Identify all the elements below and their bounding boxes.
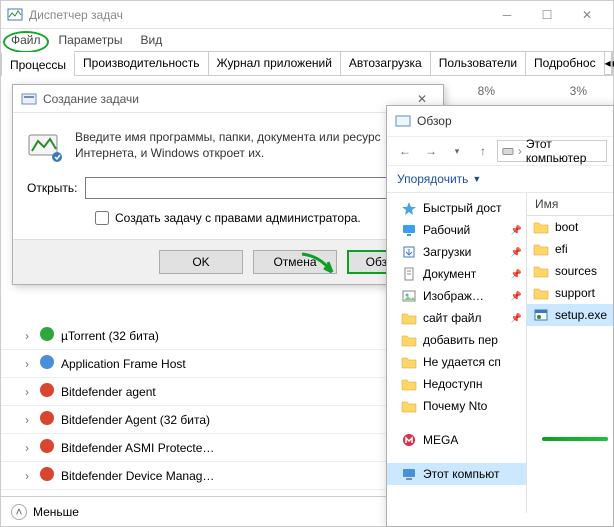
drive-icon [502,144,514,158]
tree-item[interactable]: Недоступн [387,373,526,395]
menubar: Файл Параметры Вид [1,29,613,51]
file-item[interactable]: setup.exe [527,304,613,326]
menu-options[interactable]: Параметры [59,33,123,47]
tab-users[interactable]: Пользователи [430,51,526,75]
tree-item-label: Быстрый дост [423,201,502,215]
task-manager-icon [7,7,23,23]
tree-item-label: Недоступн [423,377,483,391]
tree-item[interactable]: Документ [387,263,526,285]
nav-back-button[interactable]: ← [393,140,417,162]
tabs: Процессы Производительность Журнал прило… [1,51,613,76]
minimize-button[interactable]: ─ [487,3,527,27]
expand-chevron-icon[interactable]: › [25,413,39,427]
organize-button[interactable]: Упорядочить [397,172,468,186]
dialog-title: Создание задачи [43,92,139,106]
tree-item-label: Этот компьют [423,467,500,481]
process-icon [39,410,61,429]
column-header-name[interactable]: Имя [527,193,613,216]
tree-item[interactable]: Этот компьют [387,463,526,485]
expand-chevron-icon[interactable]: › [25,441,39,455]
tree-item-label: Не удается сп [423,355,501,369]
expand-chevron-icon[interactable]: › [25,469,39,483]
expand-chevron-icon[interactable]: › [25,357,39,371]
tab-performance[interactable]: Производительность [74,51,208,75]
file-item[interactable]: support [527,282,613,304]
process-icon [39,354,61,373]
tree-item[interactable]: Быстрый дост [387,197,526,219]
file-item-label: setup.exe [555,308,607,322]
tab-app-history[interactable]: Журнал приложений [208,51,341,75]
create-task-dialog: Создание задачи ✕ Введите имя программы,… [12,84,444,285]
open-label: Открыть: [27,181,77,195]
tabs-scroll-left[interactable]: ◂ [604,51,612,75]
tree-item-label: MEGA [423,433,458,447]
explorer-toolbar: Упорядочить ▼ [387,166,613,193]
tree-item-label: Рабочий [423,223,470,237]
tree-item[interactable]: добавить пер [387,329,526,351]
file-item-label: boot [555,220,578,234]
tree-item[interactable]: Загрузки [387,241,526,263]
nav-up-button[interactable]: ↑ [471,140,495,162]
tree-item[interactable]: MEGA [387,429,526,451]
explorer-title: Обзор [417,114,452,128]
dropdown-caret-icon: ▼ [472,174,481,184]
tab-processes[interactable]: Процессы [1,52,75,76]
titlebar: Диспетчер задач ─ ☐ ✕ [1,1,613,29]
address-path: Этот компьютер [526,137,602,165]
dialog-titlebar: Создание задачи ✕ [13,85,443,113]
explorer-titlebar: Обзор [387,106,613,136]
run-icon [27,129,63,165]
admin-checkbox-label[interactable]: Создать задачу с правами администратора. [115,211,361,225]
expand-chevron-icon[interactable]: › [25,385,39,399]
admin-checkbox[interactable] [95,211,109,225]
cancel-button[interactable]: Отмена [253,250,337,274]
expand-chevron-icon[interactable]: › [25,329,39,343]
tab-details[interactable]: Подробнос [525,51,605,75]
explorer-icon [395,113,411,129]
footer-label[interactable]: Меньше [33,505,79,519]
tree-item-label: Почему Nto [423,399,487,413]
file-item-label: efi [555,242,568,256]
tree-item-label: Загрузки [423,245,471,259]
nav-forward-button[interactable]: → [419,140,443,162]
file-list: Имя boot efi sources support setup.exe [527,193,613,513]
file-item-label: sources [555,264,597,278]
tree-item[interactable]: сайт файл [387,307,526,329]
file-item[interactable]: sources [527,260,613,282]
file-item[interactable]: efi [527,238,613,260]
header-disk[interactable]: 3% [547,84,587,98]
window-title: Диспетчер задач [29,8,487,22]
close-button[interactable]: ✕ [567,3,607,27]
tree-item[interactable]: Рабочий [387,219,526,241]
tree-item-label: Документ [423,267,476,281]
file-item[interactable]: boot [527,216,613,238]
nav-recent-button[interactable]: ▾ [445,140,469,162]
dialog-description: Введите имя программы, папки, документа … [75,129,429,165]
process-icon [39,326,61,345]
menu-view[interactable]: Вид [140,33,162,47]
collapse-icon[interactable]: ˄ [11,504,27,520]
explorer-window: Обзор ← → ▾ ↑ › Этот компьютер Упорядочи… [386,105,614,527]
address-bar[interactable]: › Этот компьютер [497,140,607,162]
tab-startup[interactable]: Автозагрузка [340,51,431,75]
tree-item-label: сайт файл [423,311,481,325]
explorer-navbar: ← → ▾ ↑ › Этот компьютер [387,136,613,166]
tree-item[interactable]: Не удается сп [387,351,526,373]
process-icon [39,466,61,485]
tree-item-label: добавить пер [423,333,498,347]
header-mem[interactable]: 8% [455,84,495,98]
open-input[interactable] [85,177,429,199]
tree-item[interactable]: Почему Nto [387,395,526,417]
tree-item[interactable]: Изображ… [387,285,526,307]
process-icon [39,438,61,457]
menu-file[interactable]: Файл [11,33,41,47]
ok-button[interactable]: OK [159,250,243,274]
nav-tree: Быстрый дост Рабочий Загрузки Документ Изобр… [387,193,527,513]
dialog-close-button[interactable]: ✕ [409,92,435,106]
maximize-button[interactable]: ☐ [527,3,567,27]
tree-item-label: Изображ… [423,289,484,303]
process-icon [39,382,61,401]
run-dialog-icon [21,91,37,107]
file-item-label: support [555,286,595,300]
